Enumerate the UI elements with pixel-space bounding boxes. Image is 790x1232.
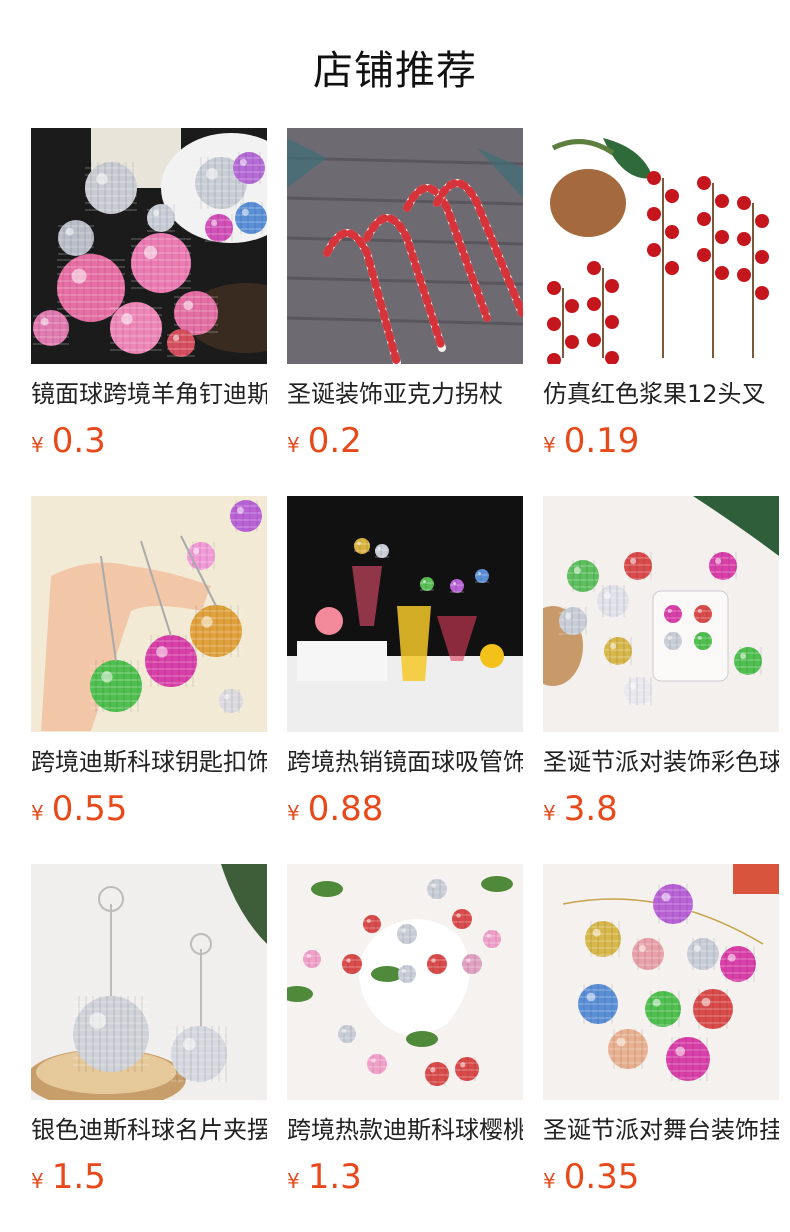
product-card[interactable]: 仿真红色浆果12头叉 ¥0.19 — [543, 128, 779, 467]
product-price: ¥1.3 — [287, 1157, 523, 1203]
price-value: 0.55 — [51, 789, 128, 829]
product-card[interactable]: 银色迪斯科球名片夹摆件 ¥1.5 — [31, 864, 267, 1203]
currency-symbol: ¥ — [287, 1169, 300, 1193]
product-card[interactable]: 跨境迪斯科球钥匙扣饰品 ¥0.55 — [31, 496, 267, 835]
product-card[interactable]: 圣诞节派对装饰彩色球 ¥3.8 — [543, 496, 779, 835]
product-name[interactable]: 圣诞装饰亚克力拐杖 — [287, 379, 523, 409]
product-image[interactable] — [287, 128, 523, 364]
currency-symbol: ¥ — [543, 433, 556, 457]
product-card[interactable]: 跨境热销镜面球吸管饰品 ¥0.88 — [287, 496, 523, 835]
product-image[interactable] — [543, 864, 779, 1100]
product-image[interactable] — [543, 496, 779, 732]
product-card[interactable]: 跨境热款迪斯科球樱桃挂件 ¥1.3 — [287, 864, 523, 1203]
price-value: 0.88 — [307, 789, 384, 829]
product-name[interactable]: 跨境迪斯科球钥匙扣饰品 — [31, 747, 267, 777]
currency-symbol: ¥ — [543, 801, 556, 825]
product-name[interactable]: 跨境热销镜面球吸管饰品 — [287, 747, 523, 777]
currency-symbol: ¥ — [31, 433, 44, 457]
product-image[interactable] — [543, 128, 779, 364]
product-image[interactable] — [31, 864, 267, 1100]
currency-symbol: ¥ — [31, 1169, 44, 1193]
product-name[interactable]: 圣诞节派对舞台装饰挂球 — [543, 1115, 779, 1145]
product-card[interactable]: 镜面球跨境羊角钉迪斯科球 ¥0.3 — [31, 128, 267, 467]
product-image[interactable] — [287, 496, 523, 732]
product-image[interactable] — [31, 128, 267, 364]
price-value: 0.3 — [51, 421, 106, 461]
product-price: ¥0.35 — [543, 1157, 779, 1203]
price-value: 1.3 — [307, 1157, 362, 1197]
product-image[interactable] — [31, 496, 267, 732]
price-value: 1.5 — [51, 1157, 106, 1197]
product-price: ¥3.8 — [543, 789, 779, 835]
product-card[interactable]: 圣诞节派对舞台装饰挂球 ¥0.35 — [543, 864, 779, 1203]
price-value: 0.2 — [307, 421, 362, 461]
product-card[interactable]: 圣诞装饰亚克力拐杖 ¥0.2 — [287, 128, 523, 467]
product-name[interactable]: 银色迪斯科球名片夹摆件 — [31, 1115, 267, 1145]
page-title: 店铺推荐 — [313, 48, 477, 94]
product-price: ¥0.2 — [287, 421, 523, 467]
currency-symbol: ¥ — [31, 801, 44, 825]
product-name[interactable]: 镜面球跨境羊角钉迪斯科球 — [31, 379, 267, 409]
product-name[interactable]: 仿真红色浆果12头叉 — [543, 379, 779, 409]
product-price: ¥0.88 — [287, 789, 523, 835]
product-price: ¥1.5 — [31, 1157, 267, 1203]
price-value: 3.8 — [563, 789, 618, 829]
price-value: 0.19 — [563, 421, 640, 461]
product-price: ¥0.55 — [31, 789, 267, 835]
product-name[interactable]: 跨境热款迪斯科球樱桃挂件 — [287, 1115, 523, 1145]
product-image[interactable] — [287, 864, 523, 1100]
price-value: 0.35 — [563, 1157, 640, 1197]
product-name[interactable]: 圣诞节派对装饰彩色球 — [543, 747, 779, 777]
currency-symbol: ¥ — [287, 433, 300, 457]
currency-symbol: ¥ — [543, 1169, 556, 1193]
product-price: ¥0.3 — [31, 421, 267, 467]
currency-symbol: ¥ — [287, 801, 300, 825]
product-price: ¥0.19 — [543, 421, 779, 467]
